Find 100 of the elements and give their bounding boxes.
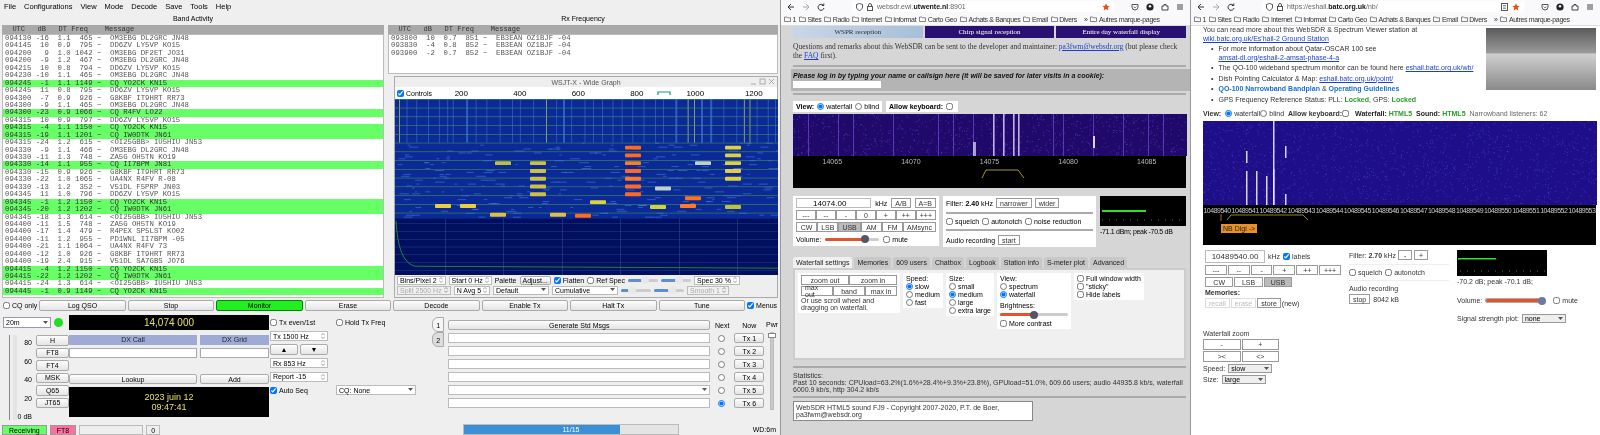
reader-icon[interactable] <box>1501 2 1508 11</box>
next-radio[interactable] <box>717 399 725 407</box>
slider-thumb[interactable] <box>768 333 777 339</box>
menu-icon[interactable] <box>1176 2 1184 11</box>
reload-icon[interactable] <box>817 2 825 11</box>
radio-button[interactable] <box>855 103 863 110</box>
slider-thumb[interactable] <box>861 235 870 243</box>
dx-call-field[interactable] <box>69 348 197 358</box>
slider-thumb[interactable] <box>668 286 677 294</box>
slider-thumb[interactable] <box>675 276 683 284</box>
controls-checkbox[interactable] <box>397 89 404 97</box>
checkbox[interactable] <box>982 218 990 225</box>
star-icon[interactable] <box>1512 2 1520 11</box>
checkbox[interactable] <box>587 276 595 284</box>
lock-icon <box>867 2 873 11</box>
star-icon[interactable] <box>1102 2 1110 11</box>
message-field[interactable] <box>448 333 711 344</box>
axis-label: 200 <box>453 88 469 98</box>
folder-icon <box>959 16 967 22</box>
checkbox[interactable] <box>747 302 755 309</box>
folder-icon <box>1234 16 1242 22</box>
axis-label: 600 <box>570 88 586 98</box>
dx-grid-field[interactable] <box>200 348 269 358</box>
spin-arrows-icon <box>438 277 443 283</box>
spin-arrows-icon <box>483 287 488 293</box>
message-field[interactable] <box>448 398 711 409</box>
next-radio[interactable] <box>717 373 725 381</box>
next-radio[interactable] <box>717 386 725 394</box>
checkbox[interactable] <box>3 302 10 309</box>
checkbox[interactable] <box>1077 283 1084 290</box>
pocket-icon[interactable] <box>1541 2 1549 11</box>
spin-arrows-icon <box>321 360 325 366</box>
radio-button[interactable] <box>1000 291 1007 298</box>
folder-icon <box>1460 16 1468 22</box>
message-field[interactable] <box>448 372 711 383</box>
frequency-field[interactable]: 14074.00 <box>796 198 872 208</box>
checkbox[interactable] <box>1349 269 1356 276</box>
spin-arrows-icon <box>443 287 448 293</box>
frequency-display: 14,074 000 <box>69 315 269 330</box>
folder-icon <box>1023 16 1031 22</box>
next-radio[interactable] <box>717 360 725 368</box>
folder-icon <box>1294 16 1302 22</box>
checkbox[interactable] <box>270 386 277 394</box>
back-icon[interactable] <box>787 2 795 11</box>
account-icon[interactable] <box>1556 2 1564 11</box>
folder-icon <box>1262 16 1270 22</box>
forward-icon[interactable] <box>802 2 810 11</box>
pocket-icon[interactable] <box>1131 2 1139 11</box>
caret-icon <box>408 388 413 392</box>
forward-icon[interactable] <box>1212 2 1220 11</box>
folder-icon <box>852 16 860 22</box>
checkbox[interactable] <box>553 276 561 284</box>
rx-marker <box>657 91 671 95</box>
checkbox[interactable] <box>336 319 343 326</box>
callsign-field[interactable] <box>793 81 881 88</box>
folder-icon <box>884 16 892 22</box>
folder-icon <box>824 16 832 22</box>
checkbox[interactable] <box>1342 110 1350 117</box>
checkbox[interactable] <box>270 319 277 326</box>
spin-arrows-icon <box>732 277 737 283</box>
slider-thumb[interactable] <box>1030 310 1038 319</box>
radio-button[interactable] <box>906 283 913 290</box>
checkbox[interactable] <box>946 218 953 225</box>
message-field[interactable] <box>448 346 711 357</box>
caret-icon <box>43 320 48 325</box>
slider-thumb[interactable] <box>627 286 636 294</box>
next-radio[interactable] <box>717 347 725 355</box>
radio-button[interactable] <box>906 299 913 306</box>
radio-button[interactable] <box>1225 110 1233 117</box>
radio-button[interactable] <box>817 103 825 110</box>
reload-icon[interactable] <box>1227 2 1235 11</box>
account-icon[interactable] <box>1146 2 1154 11</box>
radio-button[interactable] <box>948 283 956 290</box>
slider-thumb[interactable] <box>640 276 649 284</box>
time-text: 09:47:41 <box>151 402 187 412</box>
shield-icon <box>1266 2 1273 11</box>
radio-button[interactable] <box>948 291 956 298</box>
checkbox[interactable] <box>1283 253 1291 260</box>
frequency-field[interactable]: 10489540.00 <box>1205 250 1265 263</box>
checkbox[interactable] <box>946 103 954 110</box>
slider-thumb[interactable] <box>1537 296 1546 305</box>
back-icon[interactable] <box>1197 2 1205 11</box>
radio-button[interactable] <box>906 291 913 298</box>
checkbox[interactable] <box>1553 297 1561 304</box>
shield-icon <box>856 2 863 11</box>
checkbox[interactable] <box>883 235 891 243</box>
menu-icon[interactable] <box>1586 2 1594 11</box>
passband-drawing <box>981 169 1025 179</box>
checkbox[interactable] <box>1077 291 1084 298</box>
checkbox[interactable] <box>1077 275 1084 282</box>
checkbox[interactable] <box>1024 218 1032 225</box>
close-icon[interactable] <box>768 78 775 85</box>
checkbox[interactable] <box>1000 320 1007 327</box>
radio-button[interactable] <box>948 299 956 306</box>
message-field[interactable] <box>448 359 711 370</box>
radio-button[interactable] <box>948 307 956 314</box>
radio-button[interactable] <box>1000 283 1007 290</box>
checkbox[interactable] <box>1385 269 1393 276</box>
next-radio[interactable] <box>717 334 725 342</box>
radio-button[interactable] <box>1260 110 1268 117</box>
